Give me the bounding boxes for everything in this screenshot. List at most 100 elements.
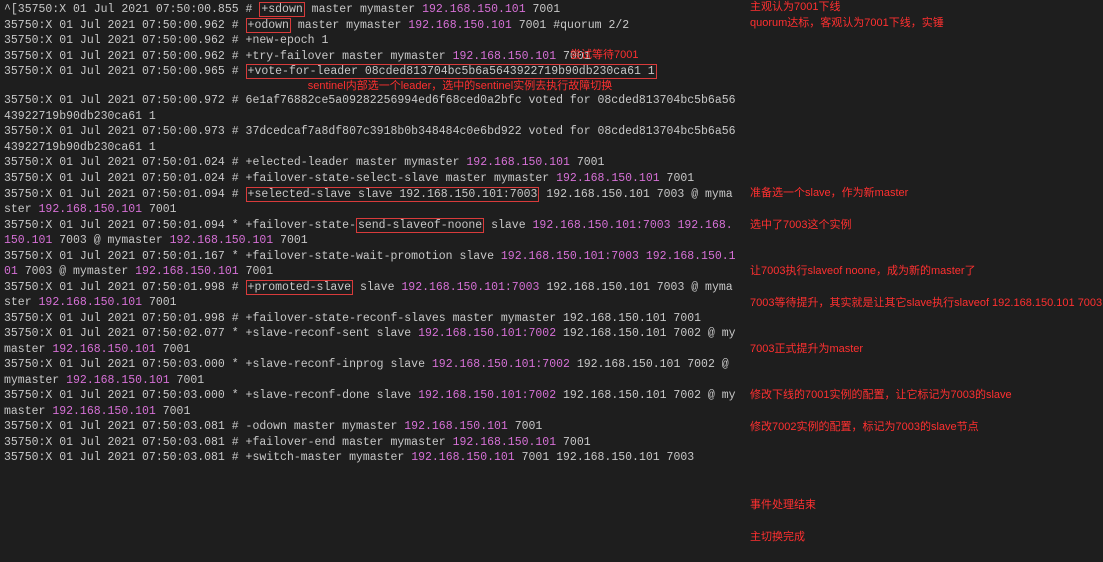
- ip-address: 192.168.150.101: [422, 3, 526, 16]
- log-text: 7001: [142, 203, 177, 216]
- log-prefix: 35750:X 01 Jul 2021 07:50:03.000 *: [4, 358, 246, 371]
- log-line: 35750:X 01 Jul 2021 07:50:01.167 * +fail…: [4, 249, 736, 280]
- log-line: 35750:X 01 Jul 2021 07:50:03.081 # +swit…: [4, 450, 736, 466]
- log-text: [639, 250, 646, 263]
- log-text: +elected-leader master mymaster: [246, 156, 467, 169]
- log-text: 7003 @ mymaster: [18, 265, 135, 278]
- log-line: 35750:X 01 Jul 2021 07:50:00.962 # +new-…: [4, 33, 736, 49]
- log-prefix: 35750:X 01 Jul 2021 07:50:03.081 #: [4, 436, 246, 449]
- log-line: 35750:X 01 Jul 2021 07:50:00.972 # 6e1af…: [4, 93, 736, 124]
- log-text: 7001: [170, 374, 205, 387]
- log-text: 7001: [526, 3, 561, 16]
- ip-address: 192.168.150.101: [170, 234, 274, 247]
- log-prefix: ^[35750:X 01 Jul 2021 07:50:00.855 #: [4, 3, 259, 16]
- log-text: 7001 #quorum 2/2: [512, 19, 629, 32]
- annotation: 修改7002实例的配置，标记为7003的slave节点: [750, 420, 979, 435]
- log-text: +failover-state-: [246, 219, 356, 232]
- log-text: 7001: [273, 234, 308, 247]
- log-text: 7001: [570, 156, 605, 169]
- annotation: 主观认为7001下线: [750, 0, 840, 15]
- log-text: 7001: [156, 405, 191, 418]
- log-text: 7003 @ mymaster: [52, 234, 169, 247]
- log-text: 7001: [142, 296, 177, 309]
- log-line: 35750:X 01 Jul 2021 07:50:03.000 * +slav…: [4, 388, 736, 419]
- log-line: 35750:X 01 Jul 2021 07:50:01.024 # +elec…: [4, 155, 736, 171]
- ip-address: 192.168.150.101:7003: [501, 250, 639, 263]
- log-text: +new-epoch 1: [246, 34, 329, 47]
- log-text: 7001: [508, 420, 543, 433]
- inline-annotation: sentinel内部选一个leader，选中的sentinel实例去执行故障切换: [184, 79, 736, 94]
- log-prefix: 35750:X 01 Jul 2021 07:50:01.024 #: [4, 156, 246, 169]
- log-prefix: 35750:X 01 Jul 2021 07:50:01.998 #: [4, 312, 246, 325]
- log-text: 7001 192.168.150.101 7003: [515, 451, 694, 464]
- annotation: 7003正式提升为master: [750, 342, 863, 357]
- log-line: 35750:X 01 Jul 2021 07:50:03.081 # -odow…: [4, 419, 736, 435]
- ip-address: 192.168.150.101: [411, 451, 515, 464]
- log-text: -odown master mymaster: [246, 420, 405, 433]
- log-text: +failover-state-wait-promotion slave: [246, 250, 501, 263]
- log-line: 35750:X 01 Jul 2021 07:50:01.094 # +sele…: [4, 187, 736, 218]
- ip-address: 192.168.150.101:7002: [418, 389, 556, 402]
- highlighted-token: send-slaveof-noone: [356, 218, 484, 233]
- annotation: 准备选一个slave，作为新master: [750, 186, 908, 201]
- log-text: 7001: [660, 172, 695, 185]
- annotation: 尝试等待7001: [570, 48, 638, 63]
- ip-address: 192.168.150.101:7003: [401, 281, 539, 294]
- ip-address: 192.168.150.101: [39, 203, 143, 216]
- log-line: 35750:X 01 Jul 2021 07:50:03.081 # +fail…: [4, 435, 736, 451]
- ip-address: 192.168.150.101: [466, 156, 570, 169]
- log-text: +slave-reconf-inprog slave: [246, 358, 432, 371]
- log-prefix: 35750:X 01 Jul 2021 07:50:01.094 #: [4, 188, 246, 201]
- log-prefix: 35750:X 01 Jul 2021 07:50:00.962 #: [4, 19, 246, 32]
- log-prefix: 35750:X 01 Jul 2021 07:50:00.962 #: [4, 34, 246, 47]
- highlighted-token: +selected-slave slave 192.168.150.101:70…: [246, 187, 540, 202]
- log-prefix: 35750:X 01 Jul 2021 07:50:01.167 *: [4, 250, 246, 263]
- ip-address: 192.168.150.101:7002: [432, 358, 570, 371]
- log-text: master mymaster: [305, 3, 422, 16]
- log-prefix: 35750:X 01 Jul 2021 07:50:03.081 #: [4, 451, 246, 464]
- ip-address: 192.168.150.101: [52, 343, 156, 356]
- ip-address: 192.168.150.101: [453, 50, 557, 63]
- terminal-output: ^[35750:X 01 Jul 2021 07:50:00.855 # +sd…: [0, 0, 740, 468]
- ip-address: 192.168.150.101: [66, 374, 170, 387]
- log-text: slave: [484, 219, 532, 232]
- annotation: quorum达标，客观认为7001下线，实锤: [750, 16, 944, 31]
- log-text: +failover-state-select-slave master myma…: [246, 172, 557, 185]
- log-text: +slave-reconf-done slave: [246, 389, 419, 402]
- log-text: 7001: [239, 265, 274, 278]
- log-prefix: 35750:X 01 Jul 2021 07:50:00.965 #: [4, 65, 246, 78]
- log-text: 7001: [156, 343, 191, 356]
- annotation: 让7003执行slaveof noone，成为新的master了: [750, 264, 976, 279]
- log-line: 35750:X 01 Jul 2021 07:50:02.077 * +slav…: [4, 326, 736, 357]
- log-text: +switch-master mymaster: [246, 451, 412, 464]
- annotation: 主切换完成: [750, 530, 805, 545]
- log-line: 35750:X 01 Jul 2021 07:50:01.024 # +fail…: [4, 171, 736, 187]
- ip-address: 192.168.150.101: [556, 172, 660, 185]
- log-line: 35750:X 01 Jul 2021 07:50:01.998 # +fail…: [4, 311, 736, 327]
- ip-address: 192.168.150.101: [52, 405, 156, 418]
- log-line: 35750:X 01 Jul 2021 07:50:00.962 # +odow…: [4, 18, 736, 34]
- annotation: 选中了7003这个实例: [750, 218, 851, 233]
- log-text: 7001: [556, 436, 591, 449]
- log-text: +failover-end master mymaster: [246, 436, 453, 449]
- annotation: 7003等待提升，其实就是让其它slave执行slaveof 192.168.1…: [750, 296, 1102, 311]
- log-text: master mymaster: [291, 19, 408, 32]
- log-text: +slave-reconf-sent slave: [246, 327, 419, 340]
- highlighted-token: +odown: [246, 18, 291, 33]
- log-prefix: 35750:X 01 Jul 2021 07:50:00.962 #: [4, 50, 246, 63]
- annotation: 事件处理结束: [750, 498, 816, 513]
- ip-address: 192.168.150.101:7002: [418, 327, 556, 340]
- log-prefix: 35750:X 01 Jul 2021 07:50:00.972 #: [4, 94, 246, 107]
- log-text: +failover-state-reconf-slaves master mym…: [246, 312, 701, 325]
- log-text: slave: [353, 281, 401, 294]
- log-prefix: 35750:X 01 Jul 2021 07:50:02.077 *: [4, 327, 246, 340]
- log-prefix: 35750:X 01 Jul 2021 07:50:01.024 #: [4, 172, 246, 185]
- log-text: +try-failover master mymaster: [246, 50, 453, 63]
- ip-address: 192.168.150.101: [39, 296, 143, 309]
- ip-address: 192.168.150.101: [453, 436, 557, 449]
- log-prefix: 35750:X 01 Jul 2021 07:50:00.973 #: [4, 125, 246, 138]
- log-line: 35750:X 01 Jul 2021 07:50:00.973 # 37dce…: [4, 124, 736, 155]
- ip-address: 192.168.150.101:7003: [533, 219, 671, 232]
- highlighted-token: +vote-for-leader 08cded813704bc5b6a56439…: [246, 64, 657, 79]
- log-line: 35750:X 01 Jul 2021 07:50:00.965 # +vote…: [4, 64, 736, 80]
